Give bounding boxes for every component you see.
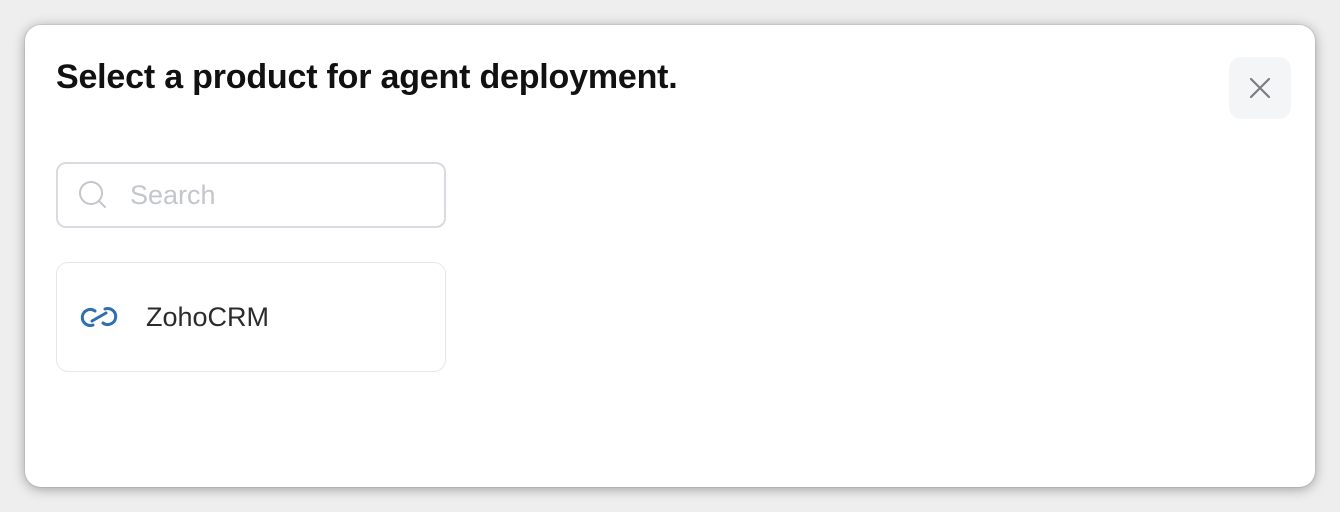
close-button[interactable] (1229, 57, 1291, 119)
search-input[interactable] (130, 179, 420, 211)
dialog-title: Select a product for agent deployment. (56, 58, 678, 96)
product-label: ZohoCRM (146, 301, 270, 332)
search-field[interactable] (56, 162, 446, 228)
close-icon (1248, 76, 1272, 100)
product-item-zohocrm[interactable]: ZohoCRM (56, 262, 446, 372)
product-select-dialog: Select a product for agent deployment. S… (25, 25, 1315, 487)
search-icon (78, 180, 108, 210)
zoho-crm-logo-icon (79, 302, 119, 332)
